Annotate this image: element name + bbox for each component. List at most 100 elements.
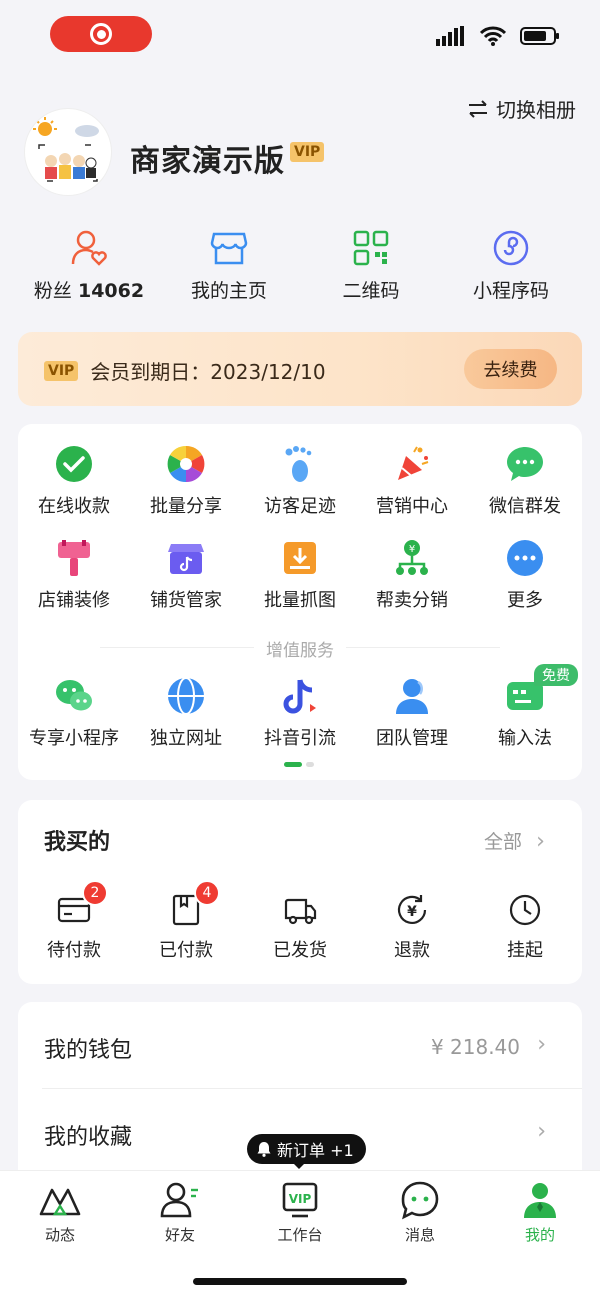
message-icon	[398, 1180, 442, 1220]
tool-stock-manager[interactable]: 铺货管家	[130, 538, 242, 612]
truck-icon	[282, 892, 318, 928]
service-label: 独立网址	[150, 728, 222, 749]
card-icon: 2	[56, 880, 108, 928]
mini-program-chat-icon	[54, 676, 94, 716]
tab-label: 动态	[44, 1226, 75, 1244]
order-on-hold[interactable]: 挂起	[469, 892, 581, 962]
wallet-label: 我的钱包	[44, 1038, 133, 1063]
tab-me[interactable]: 我的	[480, 1180, 600, 1245]
fans-count: 14062	[77, 280, 145, 302]
page-dot-active	[284, 762, 302, 767]
clock-icon	[507, 892, 543, 928]
switch-album-label: 切换相册	[496, 98, 576, 122]
tool-label: 营销中心	[376, 496, 448, 517]
vip-workbench-icon: VIP	[278, 1180, 322, 1220]
svg-text:¥: ¥	[407, 904, 417, 920]
paint-roller-icon	[54, 538, 94, 578]
douyin-store-icon	[166, 538, 206, 578]
tool-visitor-footprint[interactable]: 访客足迹	[244, 444, 356, 518]
tool-online-payment[interactable]: 在线收款	[18, 444, 130, 518]
page-indicator[interactable]	[284, 762, 314, 767]
order-pending-payment[interactable]: 2 待付款	[18, 880, 130, 962]
qrcode-label: 二维码	[342, 280, 400, 302]
tool-batch-grab-images[interactable]: 批量抓图	[244, 538, 356, 612]
cellular-signal-icon	[436, 26, 464, 46]
page-dot	[306, 762, 314, 767]
service-douyin-traffic[interactable]: 抖音引流	[244, 676, 356, 750]
service-exclusive-mini-program[interactable]: 专享小程序	[18, 676, 130, 750]
chevron-right-icon: ›	[537, 1119, 546, 1144]
tab-feed[interactable]: 动态	[0, 1180, 120, 1245]
order-refund[interactable]: ¥ 退款	[356, 892, 468, 962]
service-team-management[interactable]: 团队管理	[356, 676, 468, 750]
vip-expiry: VIP 会员到期日：2023/12/10	[44, 356, 326, 385]
refund-icon: ¥	[394, 892, 430, 928]
tool-shop-decoration[interactable]: 店铺装修	[18, 538, 130, 612]
svg-text:VIP: VIP	[289, 1192, 312, 1206]
tool-label: 批量分享	[150, 496, 222, 517]
avatar[interactable]	[24, 108, 112, 196]
order-shipped[interactable]: 已发货	[244, 892, 356, 962]
order-label: 待付款	[47, 940, 101, 961]
mountain-icon	[38, 1180, 82, 1220]
aperture-icon	[166, 444, 206, 484]
tool-wechat-broadcast[interactable]: 微信群发	[469, 444, 581, 518]
tool-label: 在线收款	[38, 496, 110, 517]
quick-link-fans[interactable]: 粉丝 14062	[14, 228, 164, 303]
tab-label: 我的	[524, 1226, 555, 1244]
avatar-illustration	[33, 117, 99, 182]
tool-distribution[interactable]: ¥ 帮卖分销	[356, 538, 468, 612]
profile-icon	[518, 1180, 562, 1220]
wallet-row[interactable]: 我的钱包 ¥ 218.40 ›	[18, 1002, 582, 1088]
vip-banner-badge: VIP	[44, 360, 79, 381]
order-badge: 2	[82, 880, 108, 906]
screen-recording-indicator[interactable]	[50, 16, 152, 52]
bell-icon	[257, 1142, 271, 1157]
switch-album-button[interactable]: 切换相册	[468, 94, 576, 123]
fans-label: 粉丝	[33, 280, 72, 302]
distribution-icon: ¥	[392, 538, 432, 578]
order-paid[interactable]: 4 已付款	[130, 880, 242, 962]
value-added-title: 增值服务	[254, 641, 346, 661]
renew-button[interactable]: 去续费	[464, 349, 557, 389]
order-label: 已发货	[273, 940, 327, 961]
order-label: 挂起	[507, 940, 543, 961]
user-heart-icon	[69, 228, 109, 268]
shop-name: 商家演示版	[130, 144, 285, 179]
more-dots-icon	[505, 538, 545, 578]
favorites-label: 我的收藏	[44, 1125, 133, 1150]
tab-messages[interactable]: 消息	[360, 1180, 480, 1245]
orders-view-all[interactable]: 全部 ›	[484, 827, 545, 854]
storefront-icon	[209, 228, 249, 268]
tab-label: 工作台	[277, 1226, 323, 1244]
tool-label: 微信群发	[489, 496, 561, 517]
homepage-label: 我的主页	[190, 280, 267, 302]
quick-link-mini-program-code[interactable]: 小程序码	[436, 228, 586, 303]
wechat-pay-icon	[54, 444, 94, 484]
wifi-icon	[480, 26, 506, 46]
tool-label: 帮卖分销	[376, 590, 448, 611]
value-added-services-heading: 增值服务	[0, 636, 600, 661]
mini-program-icon	[491, 228, 531, 268]
tool-batch-share[interactable]: 批量分享	[130, 444, 242, 518]
tool-marketing-center[interactable]: 营销中心	[356, 444, 468, 518]
qr-code-icon	[351, 228, 391, 268]
chat-bubble-icon	[505, 444, 545, 484]
quick-link-homepage[interactable]: 我的主页	[154, 228, 304, 303]
toast-text: 新订单 +1	[277, 1141, 354, 1160]
tab-label: 好友	[164, 1226, 195, 1244]
home-indicator[interactable]	[193, 1278, 407, 1285]
orders-title: 我买的	[44, 830, 111, 855]
vip-badge: VIP	[290, 142, 325, 162]
tab-friends[interactable]: 好友	[120, 1180, 240, 1245]
service-input-method[interactable]: 输入法	[469, 676, 581, 750]
new-order-toast[interactable]: 新订单 +1	[247, 1134, 366, 1164]
tab-workbench[interactable]: VIP 工作台	[240, 1180, 360, 1245]
friends-icon	[158, 1180, 202, 1220]
service-label: 输入法	[498, 728, 552, 749]
tool-label: 访客足迹	[264, 496, 336, 517]
tool-more[interactable]: 更多	[469, 538, 581, 612]
service-independent-url[interactable]: 独立网址	[130, 676, 242, 750]
receipt-icon: 4	[168, 880, 220, 928]
quick-link-qrcode[interactable]: 二维码	[296, 228, 446, 303]
